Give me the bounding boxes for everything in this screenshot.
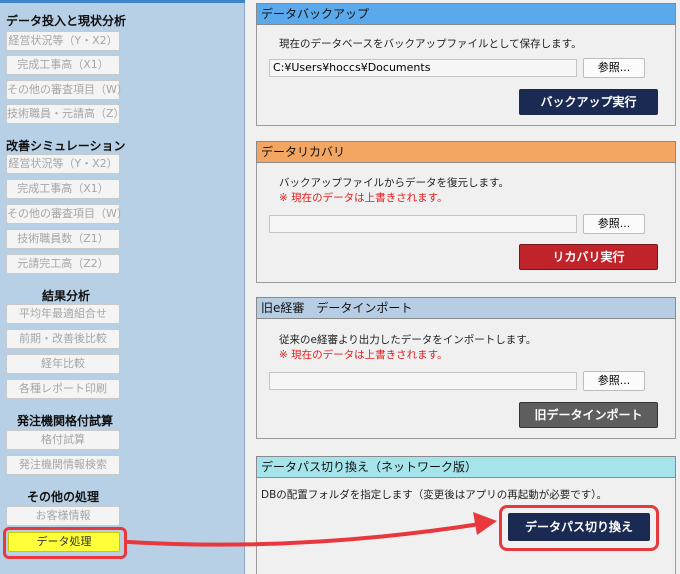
group-title-data-input: データ投入と現状分析	[6, 14, 127, 28]
backup-panel-title: データバックアップ	[256, 3, 676, 25]
recovery-panel-title: データリカバリ	[256, 141, 676, 163]
sidebar-nav: データ投入と現状分析 経営状況等（Y・X2） 完成工事高（X1） その他の審査項…	[0, 0, 245, 574]
group-title-rating-trial: 発注機関格付試算	[17, 414, 114, 428]
sidebar-item-agency-search[interactable]: 発注機関情報検索	[6, 455, 120, 475]
import-description: 従来のe経審より出力したデータをインポートします。	[279, 334, 537, 346]
sidebar-item-sim-prime-z2[interactable]: 元請完工高（Z2）	[6, 254, 120, 274]
sidebar-item-optimal-combo[interactable]: 平均年最適組合せ	[6, 304, 120, 324]
recovery-execute-button[interactable]: リカバリ実行	[519, 244, 658, 270]
group-title-improvement-sim: 改善シミュレーション	[6, 139, 126, 153]
import-browse-button[interactable]: 参照...	[583, 371, 645, 391]
recovery-path-field[interactable]	[269, 215, 577, 233]
backup-panel: 現在のデータベースをバックアップファイルとして保存します。 C:¥Users¥h…	[256, 25, 676, 126]
backup-browse-button[interactable]: 参照...	[583, 58, 645, 78]
import-execute-button[interactable]: 旧データインポート	[519, 402, 658, 428]
sidebar-item-before-after[interactable]: 前期・改善後比較	[6, 329, 120, 349]
sidebar-top-accent	[0, 0, 245, 3]
import-panel: 従来のe経審より出力したデータをインポートします。 ※ 現在のデータは上書きされ…	[256, 319, 676, 439]
sidebar-item-report-print[interactable]: 各種レポート印刷	[6, 379, 120, 399]
group-title-other-processing: その他の処理	[27, 490, 100, 504]
sidebar-item-technical-z[interactable]: 技術職員・元請高（Z）	[6, 104, 125, 124]
recovery-panel: バックアップファイルからデータを復元します。 ※ 現在のデータは上書きされます。…	[256, 163, 676, 283]
sidebar-item-management-yx2[interactable]: 経営状況等（Y・X2）	[6, 31, 120, 51]
backup-execute-button[interactable]: バックアップ実行	[519, 89, 658, 115]
import-warning: ※ 現在のデータは上書きされます。	[279, 349, 448, 361]
backup-description: 現在のデータベースをバックアップファイルとして保存します。	[279, 38, 582, 50]
recovery-description: バックアップファイルからデータを復元します。	[279, 177, 509, 189]
sidebar-item-other-w[interactable]: その他の審査項目（W）	[6, 80, 128, 100]
sidebar-item-sim-other-w[interactable]: その他の審査項目（W）	[6, 204, 128, 224]
import-panel-title: 旧e経審 データインポート	[256, 297, 676, 319]
sidebar-item-rating-trial[interactable]: 格付試算	[6, 430, 120, 450]
sidebar-item-sim-completed-x1[interactable]: 完成工事高（X1）	[6, 179, 120, 199]
datapath-description: DBの配置フォルダを指定します（変更後はアプリの再起動が必要です）。	[261, 489, 608, 501]
sidebar-item-completed-x1[interactable]: 完成工事高（X1）	[6, 55, 120, 75]
sidebar-item-customer-info[interactable]: お客様情報	[6, 506, 120, 526]
highlight-frame-data-processing	[3, 527, 127, 559]
recovery-warning: ※ 現在のデータは上書きされます。	[279, 192, 448, 204]
sidebar-item-yearly-compare[interactable]: 経年比較	[6, 354, 120, 374]
import-path-field[interactable]	[269, 372, 577, 390]
datapath-switch-button[interactable]: データパス切り換え	[508, 513, 650, 541]
recovery-browse-button[interactable]: 参照...	[583, 214, 645, 234]
sidebar-item-sim-management-yx2[interactable]: 経営状況等（Y・X2）	[6, 154, 120, 174]
group-title-result-analysis: 結果分析	[42, 289, 91, 303]
sidebar-item-sim-technical-z1[interactable]: 技術職員数（Z1）	[6, 229, 120, 249]
backup-path-field[interactable]: C:¥Users¥hoccs¥Documents	[269, 59, 577, 77]
datapath-panel-title: データパス切り換え（ネットワーク版）	[256, 456, 676, 478]
